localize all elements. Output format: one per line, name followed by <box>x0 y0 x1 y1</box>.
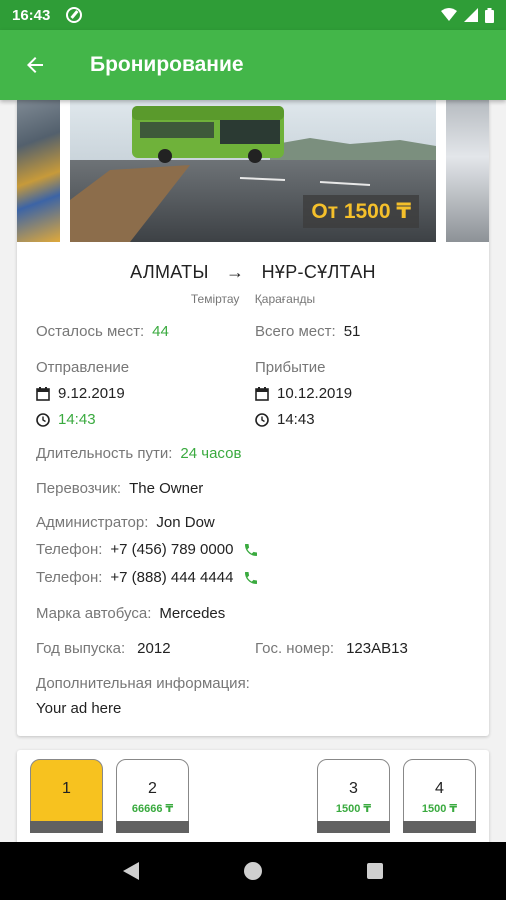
seat-number: 1 <box>62 780 71 797</box>
year-value: 2012 <box>137 640 171 657</box>
carrier-value: The Owner <box>129 480 204 497</box>
bus-brand-label: Марка автобуса: <box>36 605 152 622</box>
wifi-icon <box>441 8 457 21</box>
app-bar: Бронирование <box>0 30 506 100</box>
plate-row: Гос. номер: 123АВ13 <box>255 640 408 657</box>
status-bar: 16:43 <box>0 0 506 30</box>
phone-label: Телефон: <box>36 541 103 558</box>
phone-label: Телефон: <box>36 569 103 586</box>
arrow-right-icon: → <box>226 262 245 282</box>
bus-photo-main[interactable]: От 1500 ₸ <box>70 100 436 242</box>
app-notification-icon <box>66 7 83 23</box>
seats-left-row: Осталось мест: 44 <box>36 323 169 340</box>
year-row: Год выпуска: 2012 <box>36 640 171 657</box>
arrival-label: Прибытие <box>255 359 326 376</box>
plate-value: 123АВ13 <box>346 640 408 657</box>
seat-3[interactable]: 3 1500 ₸ <box>317 759 390 833</box>
extra-label: Дополнительная информация: <box>36 675 250 692</box>
seat-2[interactable]: 2 66666 ₸ <box>116 759 189 833</box>
arrival-time: 14:43 <box>277 411 315 428</box>
seat-1[interactable]: 1 <box>30 759 103 833</box>
route-to: НҰР-СҰЛТАН <box>261 262 376 282</box>
signal-icon <box>464 8 478 22</box>
seats-total-row: Всего мест: 51 <box>255 323 360 340</box>
departure-date-row: 9.12.2019 <box>36 385 125 402</box>
duration-label: Длительность пути: <box>36 445 173 462</box>
year-label: Год выпуска: <box>36 640 126 657</box>
photo-gallery[interactable]: От 1500 ₸ <box>17 100 489 242</box>
departure-date: 9.12.2019 <box>58 385 125 402</box>
seats-total-label: Всего мест: <box>255 323 336 340</box>
seat-price: 1500 ₸ <box>335 803 372 815</box>
phone-call-icon[interactable] <box>243 542 259 558</box>
seat-4[interactable]: 4 1500 ₸ <box>403 759 476 833</box>
departure-time-row: 14:43 <box>36 411 96 428</box>
arrival-date-row: 10.12.2019 <box>255 385 352 402</box>
arrow-left-icon <box>27 57 43 73</box>
page-title: Бронирование <box>90 53 244 76</box>
price-badge: От 1500 ₸ <box>303 195 419 228</box>
seat-base <box>403 821 476 833</box>
admin-row: Администратор: Jon Dow <box>36 514 215 531</box>
clock-icon <box>36 412 50 427</box>
bus-brand-row: Марка автобуса: Mercedes <box>36 605 225 622</box>
phone-value-1[interactable]: +7 (456) 789 0000 <box>110 541 233 558</box>
seat-base <box>116 821 189 833</box>
carrier-label: Перевозчик: <box>36 480 122 497</box>
bus-photo-next[interactable] <box>446 100 489 242</box>
seat-number: 3 <box>349 780 358 797</box>
seats-total-value: 51 <box>343 323 361 340</box>
status-icons <box>441 7 494 23</box>
departure-time: 14:43 <box>58 411 96 428</box>
status-time: 16:43 <box>12 6 51 24</box>
nav-recents-icon[interactable] <box>366 862 384 880</box>
seat-map: 1 2 66666 ₸ 3 1500 ₸ 4 1500 ₸ <box>17 750 489 842</box>
route-stops: Теміртау Қарағанды <box>17 292 489 306</box>
phone-call-icon[interactable] <box>243 570 259 586</box>
route-title: АЛМАТЫ → НҰР-СҰЛТАН <box>17 262 489 283</box>
route-stop-to: Қарағанды <box>254 292 316 306</box>
seat-price: 1500 ₸ <box>421 803 458 815</box>
seats-left-value: 44 <box>152 323 169 340</box>
bus-photo-previous[interactable] <box>17 100 60 242</box>
trip-card: От 1500 ₸ АЛМАТЫ → НҰР-СҰЛТАН Теміртау Қ… <box>17 100 489 736</box>
route-from: АЛМАТЫ <box>130 262 209 282</box>
seat-base <box>317 821 390 833</box>
duration-row: Длительность пути: 24 часов <box>36 445 241 462</box>
plate-label: Гос. номер: <box>255 640 335 657</box>
admin-value: Jon Dow <box>156 514 215 531</box>
phone-row-2: Телефон: +7 (888) 444 4444 <box>36 569 259 586</box>
system-nav-bar <box>0 842 506 900</box>
battery-icon <box>485 7 494 23</box>
extra-value: Your ad here <box>36 700 122 717</box>
booking-content[interactable]: От 1500 ₸ АЛМАТЫ → НҰР-СҰЛТАН Теміртау Қ… <box>0 100 506 842</box>
arrival-date: 10.12.2019 <box>277 385 353 402</box>
duration-value: 24 часов <box>180 445 242 462</box>
seat-number: 2 <box>148 780 157 797</box>
seat-base <box>30 821 103 833</box>
nav-home-icon[interactable] <box>243 861 263 881</box>
arrival-time-row: 14:43 <box>255 411 315 428</box>
phone-value-2[interactable]: +7 (888) 444 4444 <box>110 569 233 586</box>
nav-back-icon[interactable] <box>122 861 140 881</box>
carrier-row: Перевозчик: The Owner <box>36 480 203 497</box>
calendar-icon <box>255 386 269 401</box>
route-stop-from: Теміртау <box>190 292 240 306</box>
phone-row-1: Телефон: +7 (456) 789 0000 <box>36 541 259 558</box>
clock-icon <box>255 412 269 427</box>
back-button[interactable] <box>0 30 70 100</box>
seat-price: 66666 ₸ <box>131 803 174 815</box>
departure-label: Отправление <box>36 359 130 376</box>
calendar-icon <box>36 386 50 401</box>
admin-label: Администратор: <box>36 514 149 531</box>
bus-brand-value: Mercedes <box>159 605 226 622</box>
seat-number: 4 <box>435 780 444 797</box>
seats-left-label: Осталось мест: <box>36 323 145 340</box>
